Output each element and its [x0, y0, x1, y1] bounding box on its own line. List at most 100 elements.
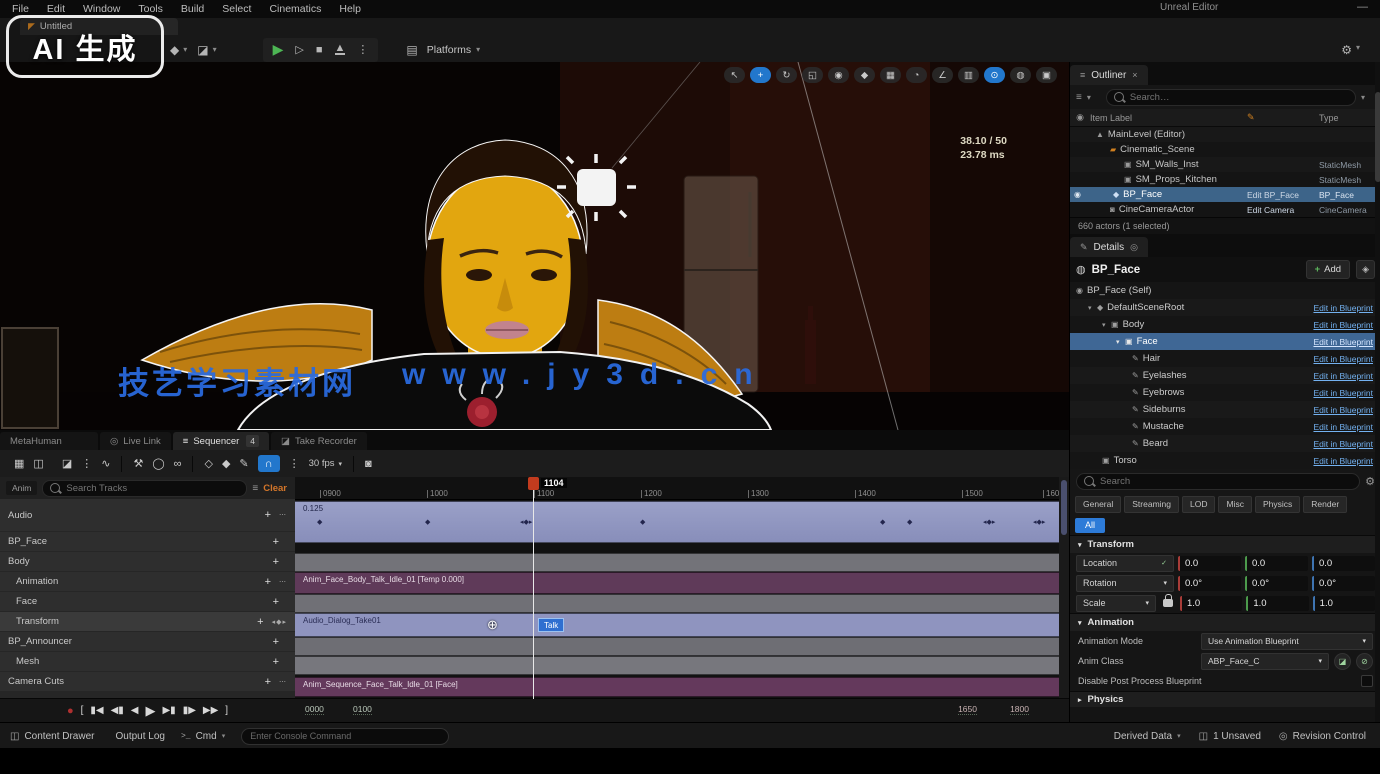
track-search-box[interactable]	[42, 480, 247, 497]
track-row-transform[interactable]: Transform + ◂◆▸	[0, 612, 295, 631]
component-link[interactable]: Edit in Blueprint	[1313, 388, 1373, 398]
auto-key-pen-icon[interactable]: ✎	[239, 457, 248, 470]
next-key-button[interactable]: ▮▶	[183, 705, 196, 716]
track-row-body[interactable]: Body +	[0, 552, 295, 571]
component-row-body[interactable]: ▾ ▣ Body Edit in Blueprint	[1070, 316, 1380, 333]
filter-icon[interactable]: ≡	[1076, 92, 1082, 103]
create-actor-icon[interactable]: ◆	[170, 43, 179, 57]
post-process-checkbox[interactable]	[1361, 675, 1373, 687]
component-row-torso[interactable]: ▣ Torso Edit in Blueprint	[1070, 452, 1380, 469]
empty-lane[interactable]	[295, 637, 1059, 656]
outliner-options-caret-icon[interactable]: ▾	[1361, 93, 1365, 102]
angle-snap-icon[interactable]: ∠	[932, 67, 953, 83]
create-caret-icon[interactable]: ▾	[183, 45, 187, 54]
add-section-icon[interactable]: +	[273, 656, 279, 668]
details-search-box[interactable]	[1076, 473, 1360, 490]
keyframe-icon[interactable]: ◂◆▸	[1033, 518, 1045, 526]
track-row-mesh[interactable]: Mesh +	[0, 652, 295, 671]
range-end-field[interactable]: 1800	[1010, 704, 1029, 715]
audio-lane[interactable]: 0.125 ◆ ◆ ◂◆▸ ◆ ◆ ◆ ◂◆▸ ◂◆▸	[295, 501, 1059, 543]
step-back-button[interactable]: ◀	[131, 705, 139, 716]
add-section-icon[interactable]: +	[273, 596, 279, 608]
expander-icon[interactable]: ▾	[1116, 338, 1125, 346]
save-sequence-icon[interactable]: ▦	[14, 457, 24, 470]
sequence-name-chip[interactable]: Anim	[6, 481, 37, 495]
cmd-dropdown[interactable]: >_ Cmd ▾	[181, 731, 225, 742]
screen-percentage-icon[interactable]: ◍	[1010, 67, 1031, 83]
select-tool-icon[interactable]: ↖	[724, 67, 745, 83]
rotation-y-field[interactable]: 0.0°	[1245, 576, 1308, 591]
track-row-bp-face[interactable]: BP_Face +	[0, 532, 295, 551]
keyframe-filled-icon[interactable]: ◆	[222, 457, 230, 470]
pencil-column-icon[interactable]: ✎	[1247, 112, 1319, 123]
record-button[interactable]: ●	[67, 705, 74, 717]
details-settings-gear-icon[interactable]: ⚙	[1365, 475, 1375, 488]
component-link[interactable]: Edit in Blueprint	[1313, 405, 1373, 415]
component-link[interactable]: Edit in Blueprint	[1313, 439, 1373, 449]
details-search-input[interactable]	[1098, 475, 1352, 488]
track-row-camera-cuts[interactable]: Camera Cuts + ⋯	[0, 672, 295, 691]
component-link[interactable]: Edit in Blueprint	[1313, 320, 1373, 330]
add-section-icon[interactable]: +	[273, 636, 279, 648]
snap-magnet-button[interactable]: ∩	[258, 455, 280, 472]
outliner-row-bp-face-selected[interactable]: ◉ ◆ BP_Face Edit BP_Face BP_Face	[1070, 187, 1380, 202]
stop-button[interactable]: ■	[316, 44, 323, 56]
time-ruler[interactable]: 0900 1000 1100 1200 1300 1400 1500 1600	[295, 477, 1059, 500]
add-section-icon[interactable]: +	[265, 576, 271, 588]
keyframe-icon[interactable]: ◆	[317, 518, 322, 526]
timeline-scrollbar[interactable]	[1059, 477, 1069, 699]
animation-mode-dropdown[interactable]: Use Animation Blueprint ▾	[1201, 633, 1373, 650]
jump-to-end-button[interactable]: ▶▶	[203, 705, 218, 716]
item-label-column[interactable]: Item Label	[1090, 113, 1247, 123]
chip-misc[interactable]: Misc	[1218, 496, 1251, 513]
visibility-eye-icon[interactable]: ◉	[1074, 190, 1081, 199]
playhead-marker[interactable]	[528, 477, 539, 490]
settings-button[interactable]: ⚙ ▾	[1341, 43, 1370, 57]
component-link[interactable]: Edit in Blueprint	[1313, 371, 1373, 381]
location-y-field[interactable]: 0.0	[1245, 556, 1308, 571]
component-link[interactable]: Edit in Blueprint	[1313, 422, 1373, 432]
tab-details[interactable]: ✎ Details ◎	[1070, 237, 1148, 257]
move-tool-icon[interactable]: +	[750, 67, 771, 83]
track-filter-icon[interactable]: ≡	[252, 483, 258, 494]
range-out-field[interactable]: 1650	[958, 704, 977, 715]
menu-build[interactable]: Build	[181, 3, 204, 15]
menu-cinematics[interactable]: Cinematics	[269, 3, 321, 15]
play-forward-button[interactable]: ▶	[145, 703, 155, 719]
audio-dialog-lane[interactable]: Audio_Dialog_Take01 ⊕ Talk	[295, 613, 1059, 637]
animation-section-header[interactable]: ▾ Animation	[1070, 613, 1380, 631]
keyframe-icon[interactable]: ◆	[880, 518, 885, 526]
location-x-field[interactable]: 0.0	[1178, 556, 1241, 571]
output-log-button[interactable]: Output Log	[110, 731, 164, 742]
track-extra-icons[interactable]: ⋯	[279, 511, 287, 519]
component-row-root[interactable]: ▾ ◆ DefaultSceneRoot Edit in Blueprint	[1070, 299, 1380, 316]
body-anim-lane[interactable]: Anim_Face_Body_Talk_Idle_01 [Temp 0.000]	[295, 572, 1059, 594]
scale-lock-icon[interactable]	[1163, 599, 1173, 607]
playback-options-icon[interactable]: ◯	[152, 457, 164, 470]
tab-sequencer[interactable]: ≡ Sequencer 4	[173, 432, 269, 450]
world-space-icon[interactable]: ◉	[828, 67, 849, 83]
menu-file[interactable]: File	[12, 3, 29, 15]
cinematics-caret-icon[interactable]: ▾	[213, 45, 217, 54]
component-link[interactable]: Edit in Blueprint	[1313, 354, 1373, 364]
step-button[interactable]: ▷	[295, 43, 303, 56]
keyframe-nav-icons[interactable]: ◂◆▸	[272, 618, 287, 626]
filter-caret-icon[interactable]: ▾	[1087, 93, 1091, 102]
scale-tool-icon[interactable]: ◱	[802, 67, 823, 83]
menu-tools[interactable]: Tools	[138, 3, 163, 15]
timeline-area[interactable]: 0900 1000 1100 1200 1300 1400 1500 1600 …	[295, 477, 1059, 699]
chip-all[interactable]: All	[1075, 518, 1105, 533]
add-key-icon[interactable]: +	[257, 616, 263, 628]
render-movie-icon[interactable]: ◪	[62, 457, 72, 470]
expander-icon[interactable]: ▾	[1102, 321, 1111, 329]
menu-help[interactable]: Help	[339, 3, 361, 15]
step-forward-button[interactable]: ▶▮	[162, 705, 175, 716]
keying-options-icon[interactable]: ∞	[174, 458, 182, 470]
edit-options-icon[interactable]: ⚒	[133, 457, 143, 470]
console-command-input[interactable]: Enter Console Command	[241, 728, 449, 745]
minimize-button[interactable]: —	[1357, 1, 1368, 13]
track-row-face[interactable]: Face +	[0, 592, 295, 611]
tab-live-link[interactable]: ◎ Live Link	[100, 432, 171, 450]
eye-column-icon[interactable]: ◉	[1070, 112, 1090, 123]
empty-lane[interactable]	[295, 553, 1059, 572]
